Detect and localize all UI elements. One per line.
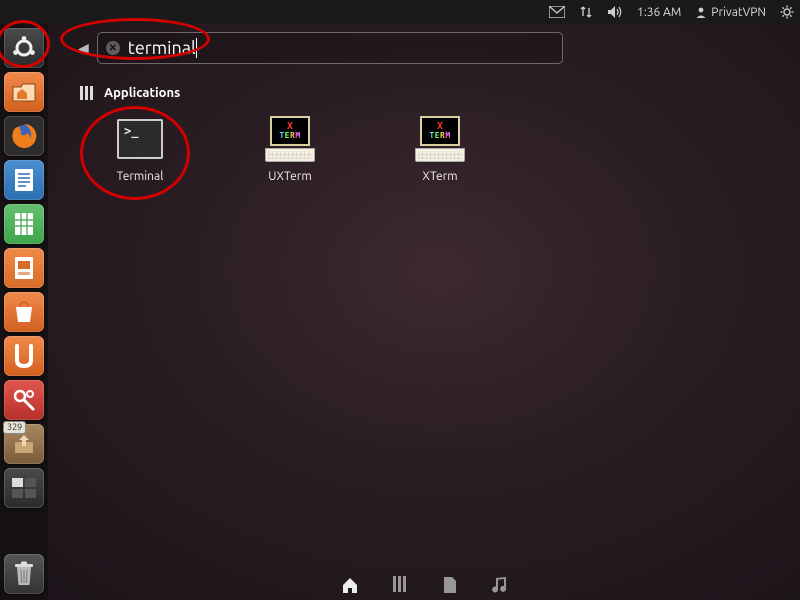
shopping-bag-icon — [11, 300, 37, 324]
launcher-calc[interactable] — [4, 204, 44, 244]
unity-launcher: 329 — [0, 24, 48, 600]
lens-applications[interactable] — [393, 576, 409, 594]
home-folder-icon — [11, 81, 37, 103]
messaging-indicator-icon[interactable] — [549, 6, 565, 18]
dash-search-box[interactable]: ✕ terminal — [97, 32, 563, 64]
music-icon — [491, 576, 507, 594]
applications-lens-icon — [80, 86, 96, 100]
result-label: UXTerm — [250, 170, 330, 183]
section-label: Applications — [104, 86, 180, 100]
xterm-icon: XTERM — [415, 116, 465, 162]
dash-search-input[interactable]: terminal — [128, 38, 196, 58]
launcher-ubuntu-one[interactable] — [4, 336, 44, 376]
launcher-workspace-switcher[interactable] — [4, 468, 44, 508]
firefox-icon — [9, 121, 39, 151]
launcher-firefox[interactable] — [4, 116, 44, 156]
launcher-software-center[interactable] — [4, 292, 44, 332]
launcher-trash[interactable] — [4, 554, 44, 594]
lens-home[interactable] — [341, 576, 359, 594]
clock[interactable]: 1:36 AM — [637, 6, 681, 19]
result-terminal[interactable]: Terminal — [100, 114, 180, 183]
result-label: Terminal — [100, 170, 180, 183]
launcher-writer[interactable] — [4, 160, 44, 200]
launcher-updater[interactable]: 329 — [4, 424, 44, 464]
workspace-icon — [11, 477, 37, 499]
unity-dash: ◀ ✕ terminal Applications Terminal XTERM… — [48, 24, 800, 600]
user-icon — [695, 6, 707, 18]
result-label: XTerm — [400, 170, 480, 183]
ubuntu-one-icon — [13, 344, 35, 368]
dash-lens-bar — [341, 576, 507, 594]
launcher-home-folder[interactable] — [4, 72, 44, 112]
applications-section-header: Applications — [80, 86, 782, 100]
result-uxterm[interactable]: XTERM UXTerm — [250, 114, 330, 183]
power-cog-icon[interactable] — [780, 5, 794, 19]
sound-indicator-icon[interactable] — [607, 5, 623, 19]
launcher-settings[interactable] — [4, 380, 44, 420]
wrench-gear-icon — [11, 387, 37, 413]
clear-search-icon[interactable]: ✕ — [106, 41, 120, 55]
network-indicator-icon[interactable] — [579, 5, 593, 19]
lens-music[interactable] — [491, 576, 507, 594]
applications-lens-icon — [393, 576, 409, 592]
uxterm-icon: XTERM — [265, 116, 315, 162]
dash-back-arrow-icon[interactable]: ◀ — [78, 40, 89, 57]
box-arrow-up-icon — [12, 432, 36, 456]
results-grid: Terminal XTERM UXTerm XTERM XTerm — [100, 114, 782, 183]
file-icon — [443, 576, 457, 594]
user-label: PrivatVPN — [711, 6, 766, 19]
launcher-impress[interactable] — [4, 248, 44, 288]
calc-icon — [12, 211, 36, 237]
writer-icon — [12, 167, 36, 193]
ubuntu-logo-icon — [11, 35, 37, 61]
terminal-icon — [117, 119, 163, 159]
lens-files[interactable] — [443, 576, 457, 594]
update-count-badge: 329 — [3, 421, 26, 434]
dash-button[interactable] — [4, 28, 44, 68]
text-cursor — [196, 38, 197, 58]
trash-icon — [13, 561, 35, 587]
top-panel: 1:36 AM PrivatVPN — [0, 0, 800, 24]
result-xterm[interactable]: XTERM XTerm — [400, 114, 480, 183]
home-icon — [341, 576, 359, 594]
impress-icon — [12, 255, 36, 281]
session-menu[interactable]: PrivatVPN — [695, 6, 766, 19]
